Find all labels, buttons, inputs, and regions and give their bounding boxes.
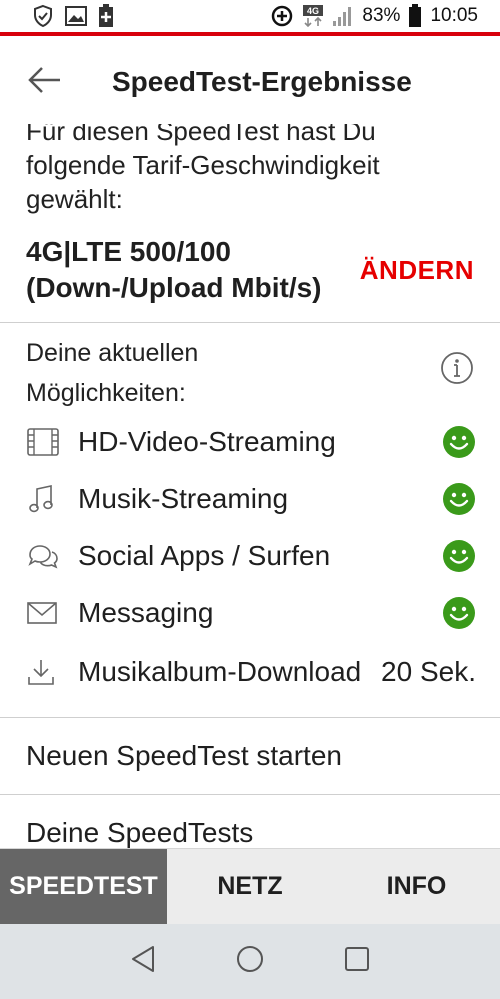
capabilities-title-line-2: Möglichkeiten:: [26, 379, 186, 407]
tariff-name-line-2: (Down-/Upload Mbit/s): [26, 272, 322, 303]
tariff-intro: Für diesen SpeedTest hast Du folgende Ta…: [0, 124, 500, 216]
smiley-icon: [442, 425, 476, 459]
back-button[interactable]: [0, 40, 90, 124]
envelope-icon: [26, 600, 62, 626]
my-speedtests-button[interactable]: Deine SpeedTests: [0, 795, 500, 848]
nav-home-button[interactable]: [220, 932, 280, 992]
app-bar: SpeedTest-Ergebnisse: [0, 40, 500, 124]
square-recents-icon: [343, 945, 371, 978]
download-icon: [26, 657, 62, 687]
results-content[interactable]: Für diesen SpeedTest hast Du folgende Ta…: [0, 124, 500, 848]
capability-label: HD-Video-Streaming: [78, 425, 336, 457]
tariff-intro-line-3: gewählt:: [26, 184, 123, 214]
shield-icon: [32, 4, 54, 28]
capability-label: Musikalbum-Download: [78, 656, 362, 687]
change-tariff-button[interactable]: ÄNDERN: [360, 255, 474, 286]
status-bar: 4G 83% 10:05: [0, 0, 500, 36]
smiley-icon: [442, 539, 476, 573]
info-button[interactable]: [440, 351, 474, 413]
tab-netz[interactable]: NETZ: [167, 849, 333, 924]
capability-row-hd-video: HD-Video-Streaming: [0, 413, 500, 470]
clock: 10:05: [430, 5, 478, 26]
battery-percent: 83%: [362, 5, 401, 26]
nav-back-button[interactable]: [113, 932, 173, 992]
battery-icon: [408, 4, 422, 28]
system-nav-bar: [0, 924, 500, 999]
tab-speedtest[interactable]: SPEEDTEST: [0, 849, 167, 924]
info-icon: [440, 352, 474, 389]
download-time: 20 Sek.: [381, 656, 476, 687]
film-icon: [26, 427, 62, 457]
capability-row-album-download: Musikalbum-Download 20 Sek.: [0, 641, 500, 703]
circle-home-icon: [235, 944, 265, 979]
music-note-icon: [26, 483, 62, 515]
capabilities-title: Deine aktuellen Möglichkeiten:: [26, 333, 198, 413]
capability-label: Messaging: [78, 596, 214, 628]
nav-recents-button[interactable]: [327, 932, 387, 992]
tariff-row: 4G|LTE 500/100 (Down-/Upload Mbit/s) ÄND…: [0, 234, 500, 306]
tariff-intro-line-1: Für diesen SpeedTest hast Du: [26, 124, 376, 146]
tab-info[interactable]: INFO: [333, 849, 500, 924]
tariff-name: 4G|LTE 500/100 (Down-/Upload Mbit/s): [26, 234, 322, 306]
smiley-icon: [442, 482, 476, 516]
capability-row-messaging: Messaging: [0, 584, 500, 641]
chat-bubbles-icon: [26, 541, 62, 571]
capabilities-title-line-1: Deine aktuellen: [26, 339, 199, 367]
smiley-icon: [442, 596, 476, 630]
capability-row-music: Musik-Streaming: [0, 470, 500, 527]
battery-plus-icon: [98, 4, 114, 28]
capability-row-social: Social Apps / Surfen: [0, 527, 500, 584]
capability-label: Social Apps / Surfen: [78, 539, 331, 571]
arrow-left-icon: [28, 66, 62, 99]
page-title: SpeedTest-Ergebnisse: [112, 66, 412, 97]
svg-text:4G: 4G: [307, 6, 319, 16]
tariff-name-line-1: 4G|LTE 500/100: [26, 236, 231, 267]
tariff-intro-line-2: folgende Tarif-Geschwindigkeit: [26, 150, 380, 180]
capabilities-header: Deine aktuellen Möglichkeiten:: [0, 323, 500, 413]
capability-label: Musik-Streaming: [78, 482, 289, 514]
bottom-tab-bar: SPEEDTEST NETZ INFO: [0, 848, 500, 924]
network-4g-icon: 4G: [302, 4, 324, 28]
signal-icon: [332, 5, 354, 27]
image-icon: [64, 5, 88, 27]
data-saver-icon: [270, 4, 294, 28]
new-speedtest-button[interactable]: Neuen SpeedTest starten: [0, 718, 500, 794]
triangle-back-icon: [129, 944, 157, 979]
